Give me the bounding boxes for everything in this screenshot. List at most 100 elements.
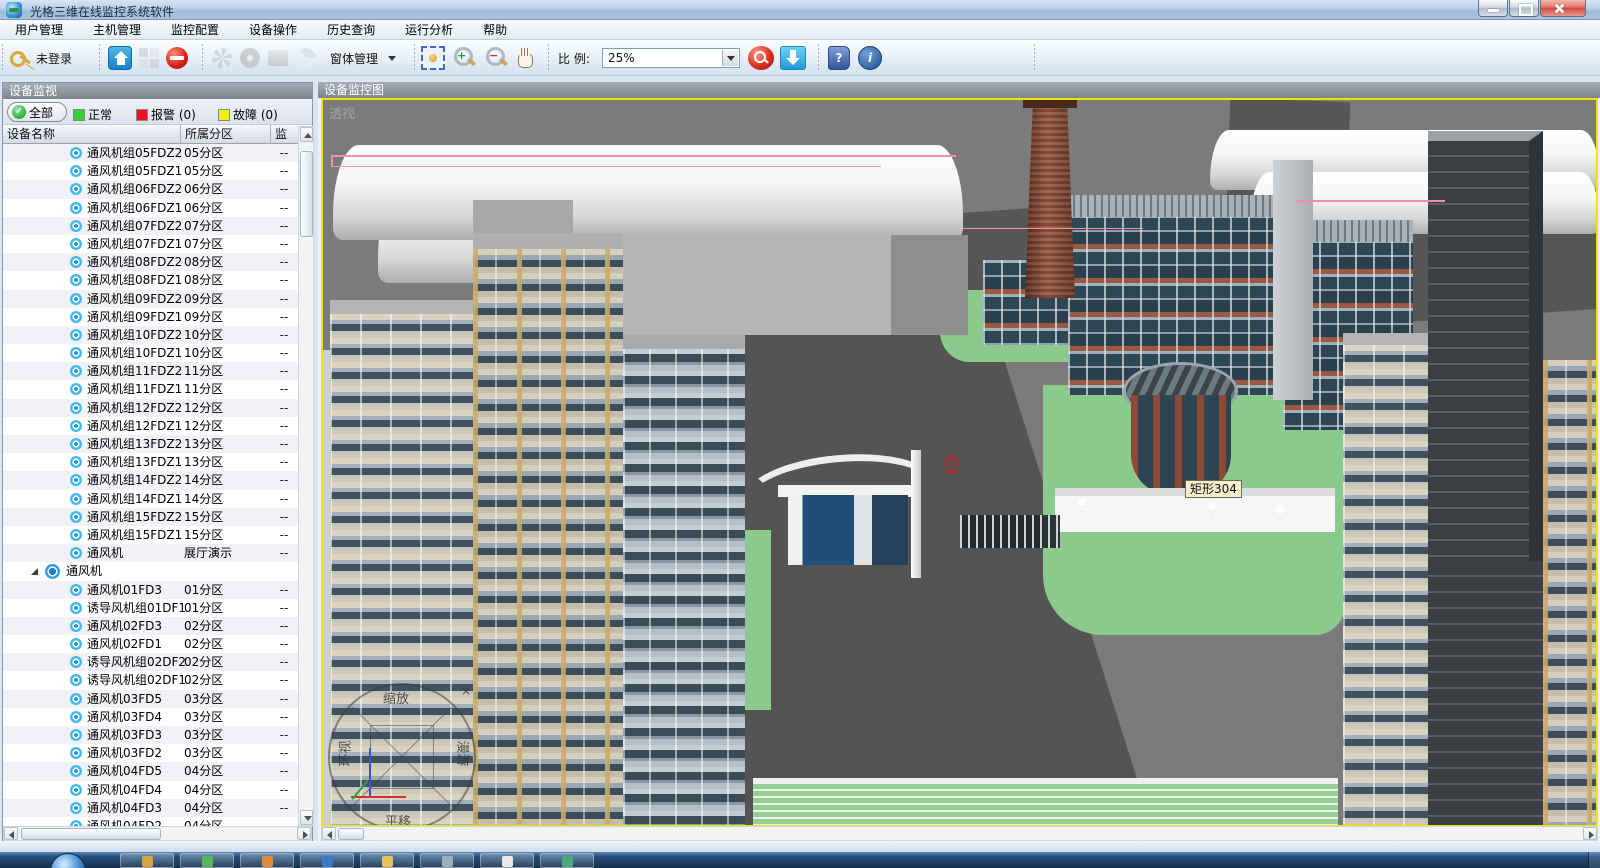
device-row[interactable]: 通风机组05FDZ205分区-- bbox=[3, 144, 298, 162]
menu-item-6[interactable]: 运行分析 bbox=[390, 20, 468, 40]
navigation-wheel[interactable]: 缩放 平移 环视 漫游 × bbox=[323, 678, 483, 827]
device-row[interactable]: 通风机03FD303分区-- bbox=[3, 726, 298, 744]
device-row[interactable]: 诱导风机组02DF102分区-- bbox=[3, 671, 298, 689]
help-button[interactable]: ? bbox=[828, 45, 850, 71]
menu-item-7[interactable]: 帮助 bbox=[468, 20, 522, 40]
taskbar-app-7[interactable] bbox=[480, 853, 534, 868]
device-row[interactable]: 通风机02FD302分区-- bbox=[3, 617, 298, 635]
apply-zoom-button[interactable] bbox=[748, 45, 774, 71]
scroll-right-button[interactable] bbox=[297, 827, 311, 840]
cascade-button[interactable] bbox=[138, 45, 160, 71]
vertical-scrollbar[interactable] bbox=[298, 126, 314, 826]
hscroll-thumb[interactable] bbox=[21, 828, 161, 840]
archive-button[interactable] bbox=[268, 45, 288, 71]
home-button[interactable] bbox=[108, 45, 132, 71]
filter-all-button[interactable]: ✓ 全部 bbox=[7, 102, 67, 122]
fan-button[interactable] bbox=[212, 45, 232, 71]
taskbar-app-8[interactable] bbox=[540, 853, 594, 868]
window-manage-dropdown[interactable]: 窗体管理 bbox=[330, 45, 396, 71]
device-row[interactable]: 通风机04FD404分区-- bbox=[3, 781, 298, 799]
device-row[interactable]: 通风机组07FDZ107分区-- bbox=[3, 235, 298, 253]
device-row[interactable]: 通风机组10FDZ210分区-- bbox=[3, 326, 298, 344]
device-row[interactable]: 通风机组06FDZ206分区-- bbox=[3, 180, 298, 198]
menu-item-3[interactable]: 监控配置 bbox=[156, 20, 234, 40]
device-row[interactable]: 通风机组11FDZ211分区-- bbox=[3, 362, 298, 380]
minimize-button[interactable] bbox=[1478, 0, 1508, 17]
right-horizontal-scrollbar[interactable] bbox=[321, 826, 1598, 841]
restore-button[interactable] bbox=[1509, 0, 1539, 17]
menu-item-5[interactable]: 历史查询 bbox=[312, 20, 390, 40]
pan-button[interactable] bbox=[514, 45, 536, 71]
device-row[interactable]: 通风机03FD403分区-- bbox=[3, 708, 298, 726]
save-view-button[interactable] bbox=[780, 45, 806, 71]
legend-alarm[interactable]: 报警 (0) bbox=[136, 106, 196, 123]
device-row[interactable]: 通风机04FD504分区-- bbox=[3, 762, 298, 780]
device-row[interactable]: 诱导风机组02DF202分区-- bbox=[3, 653, 298, 671]
device-row[interactable]: 通风机组09FDZ109分区-- bbox=[3, 308, 298, 326]
device-row[interactable]: 通风机组13FDZ113分区-- bbox=[3, 453, 298, 471]
device-row[interactable]: 通风机组07FDZ207分区-- bbox=[3, 217, 298, 235]
device-row[interactable]: 通风机组05FDZ105分区-- bbox=[3, 162, 298, 180]
taskbar-app-3[interactable] bbox=[240, 853, 294, 868]
zoom-out-button[interactable]: − bbox=[484, 45, 508, 71]
scroll-left-button[interactable] bbox=[322, 827, 336, 840]
left-horizontal-scrollbar[interactable] bbox=[3, 826, 312, 841]
zoom-in-button[interactable]: + bbox=[452, 45, 476, 71]
device-row[interactable]: 通风机01FD301分区-- bbox=[3, 581, 298, 599]
expander-icon[interactable] bbox=[31, 568, 38, 575]
about-button[interactable]: i bbox=[858, 45, 882, 71]
device-row[interactable]: 通风机组11FDZ111分区-- bbox=[3, 380, 298, 398]
device-row[interactable]: 通风机组14FDZ214分区-- bbox=[3, 471, 298, 489]
menu-item-2[interactable]: 主机管理 bbox=[78, 20, 156, 40]
device-row[interactable]: 通风机组15FDZ215分区-- bbox=[3, 508, 298, 526]
scroll-right-button[interactable] bbox=[1583, 827, 1597, 840]
device-row[interactable]: 诱导风机组01DF101分区-- bbox=[3, 599, 298, 617]
nav-close-icon[interactable]: × bbox=[461, 684, 471, 698]
column-header-zone[interactable]: 所属分区 bbox=[181, 125, 271, 144]
3d-viewport[interactable]: 透视 bbox=[321, 98, 1598, 827]
device-row[interactable]: 通风机组12FDZ212分区-- bbox=[3, 399, 298, 417]
device-row[interactable]: 通风机组09FDZ209分区-- bbox=[3, 290, 298, 308]
device-row[interactable]: 通风机04FD304分区-- bbox=[3, 799, 298, 817]
combo-dropdown-button[interactable] bbox=[722, 50, 738, 66]
hscroll-thumb[interactable] bbox=[338, 828, 364, 840]
region-zoom-button[interactable] bbox=[421, 45, 445, 71]
stop-button[interactable] bbox=[166, 45, 188, 71]
device-row[interactable]: 通风机展厅演示-- bbox=[3, 544, 298, 562]
device-group-row[interactable]: 通风机 bbox=[3, 562, 298, 580]
device-row[interactable]: 通风机组13FDZ213分区-- bbox=[3, 435, 298, 453]
show-desktop-button[interactable] bbox=[1588, 852, 1600, 868]
scroll-up-button[interactable] bbox=[300, 127, 313, 142]
legend-fault[interactable]: 故障 (0) bbox=[218, 106, 278, 123]
scrollbar-thumb[interactable] bbox=[300, 151, 313, 237]
scale-combobox[interactable]: 25% bbox=[602, 45, 740, 71]
device-row[interactable]: 通风机组08FDZ108分区-- bbox=[3, 271, 298, 289]
column-header-name[interactable]: 设备名称 bbox=[3, 125, 181, 144]
close-button[interactable] bbox=[1540, 0, 1586, 17]
disc-button[interactable] bbox=[240, 45, 260, 71]
device-row[interactable]: 通风机组15FDZ115分区-- bbox=[3, 526, 298, 544]
legend-normal[interactable]: 正常 bbox=[73, 106, 112, 123]
scroll-down-button[interactable] bbox=[300, 810, 313, 825]
taskbar-app-4[interactable] bbox=[300, 853, 354, 868]
start-button[interactable] bbox=[50, 853, 86, 868]
column-header-value[interactable]: 监测 bbox=[271, 125, 298, 144]
device-row[interactable]: 通风机组14FDZ114分区-- bbox=[3, 490, 298, 508]
taskbar-app-6[interactable] bbox=[420, 853, 474, 868]
device-row[interactable]: 通风机04FD204分区-- bbox=[3, 817, 298, 826]
device-row[interactable]: 通风机03FD503分区-- bbox=[3, 690, 298, 708]
device-row[interactable]: 通风机03FD203分区-- bbox=[3, 744, 298, 762]
scroll-left-button[interactable] bbox=[4, 827, 18, 840]
taskbar-app-2[interactable] bbox=[180, 853, 234, 868]
menu-item-4[interactable]: 设备操作 bbox=[234, 20, 312, 40]
device-row[interactable]: 通风机组08FDZ208分区-- bbox=[3, 253, 298, 271]
device-row[interactable]: 通风机组12FDZ112分区-- bbox=[3, 417, 298, 435]
nav-walk-label[interactable]: 漫游 bbox=[455, 740, 474, 766]
device-row[interactable]: 通风机组06FDZ106分区-- bbox=[3, 199, 298, 217]
taskbar-app-1[interactable] bbox=[120, 853, 174, 868]
taskbar-app-5[interactable] bbox=[360, 853, 414, 868]
nav-zoom-label[interactable]: 缩放 bbox=[383, 688, 409, 707]
device-row[interactable]: 通风机02FD102分区-- bbox=[3, 635, 298, 653]
pie-button[interactable] bbox=[296, 45, 316, 71]
login-button[interactable]: 未登录 bbox=[8, 45, 72, 71]
